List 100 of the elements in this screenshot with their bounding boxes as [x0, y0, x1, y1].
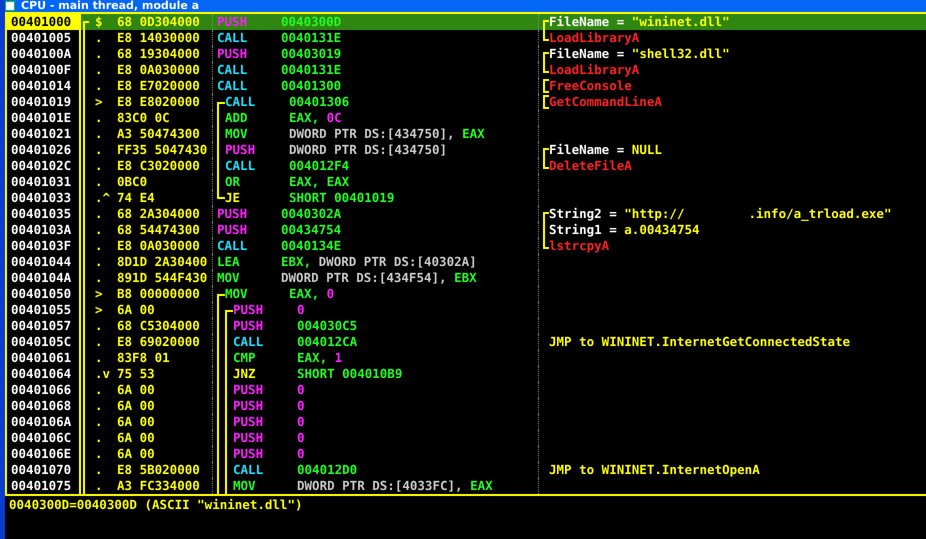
hex-bytes: E8 14030000 — [117, 30, 200, 46]
address-cell[interactable]: 00401061 — [5, 350, 81, 366]
address-cell[interactable]: 00401033 — [5, 190, 81, 206]
address-cell[interactable]: 00401066 — [5, 382, 81, 398]
address-cell[interactable]: 00401064 — [5, 366, 81, 382]
comment-text: String1 = — [549, 222, 618, 238]
hex-bytes: 68 19304000 — [117, 46, 200, 62]
jump-marker: > — [95, 94, 104, 110]
comment-text: FileName = — [549, 14, 626, 30]
jump-marker: . — [95, 414, 104, 430]
comment-bracket — [543, 79, 549, 93]
jump-marker: . — [95, 222, 104, 238]
hex-bytes: 74 E4 — [117, 190, 155, 206]
hex-bytes: 68 54474300 — [117, 222, 200, 238]
jump-marker: . — [95, 270, 104, 286]
operands: EBX, DWORD PTR DS:[40302A] — [281, 254, 477, 270]
operands: DWORD PTR DS:[4033FC], EAX — [297, 478, 493, 494]
address-cell[interactable]: 0040100A — [5, 46, 81, 62]
operands: 004012CA — [297, 334, 358, 350]
comment-text: FileName = — [549, 142, 626, 158]
jump-marker: . — [95, 462, 104, 478]
comment-text: GetCommandLineA — [549, 94, 662, 110]
operands: EAX, 0C — [289, 110, 342, 126]
operands: 0040300D — [281, 14, 342, 30]
operands: EAX, 1 — [297, 350, 342, 366]
address-cell[interactable]: 0040106A — [5, 414, 81, 430]
address-cell[interactable]: 00401035 — [5, 206, 81, 222]
mnemonic: MOV — [233, 478, 257, 494]
address-cell[interactable]: 0040103F — [5, 238, 81, 254]
address-cell[interactable]: 0040106C — [5, 430, 81, 446]
address-cell[interactable]: 00401050 — [5, 286, 81, 302]
comment-text: DeleteFileA — [549, 158, 632, 174]
address-cell[interactable]: 00401019 — [5, 94, 81, 110]
address-cell[interactable]: 0040100F — [5, 62, 81, 78]
address-cell[interactable]: 00401005 — [5, 30, 81, 46]
comment-text: JMP to WININET.InternetGetConnectedState — [549, 334, 850, 350]
address-cell[interactable]: 00401021 — [5, 126, 81, 142]
jump-marker: . — [95, 478, 104, 494]
address-cell[interactable]: 00401031 — [5, 174, 81, 190]
operands: DWORD PTR DS:[434750] — [289, 142, 448, 158]
mnemonic: PUSH — [217, 222, 248, 238]
jump-marker: $ — [95, 14, 104, 30]
address-cell[interactable]: 00401000 — [5, 14, 81, 30]
comment-text: "wininet.dll" — [632, 14, 730, 30]
address-cell[interactable]: 00401075 — [5, 478, 81, 494]
address-cell[interactable]: 00401026 — [5, 142, 81, 158]
hex-bytes: 0BC0 — [117, 174, 148, 190]
jump-marker: . — [95, 318, 104, 334]
hex-bytes: FF35 5047430 — [117, 142, 208, 158]
hex-bytes: 83C0 0C — [117, 110, 170, 126]
operands: 0 — [297, 430, 305, 446]
address-cell[interactable]: 0040103A — [5, 222, 81, 238]
mnemonic: PUSH — [217, 206, 248, 222]
operands: 00401306 — [289, 94, 350, 110]
jump-marker: . — [95, 62, 104, 78]
hex-bytes: 68 2A304000 — [117, 206, 200, 222]
jump-marker: . — [95, 46, 104, 62]
jump-marker: . — [95, 110, 104, 126]
operands: 0 — [297, 382, 305, 398]
hex-bytes: 6A 00 — [117, 382, 155, 398]
address-cell[interactable]: 0040101E — [5, 110, 81, 126]
mnemonic: PUSH — [217, 14, 248, 30]
mnemonic: JE — [225, 190, 242, 206]
comment-bracket — [543, 95, 549, 109]
jump-marker: .v — [95, 366, 112, 382]
jump-marker: . — [95, 30, 104, 46]
address-cell[interactable]: 00401068 — [5, 398, 81, 414]
hex-bytes: 8D1D 2A30400 — [117, 254, 208, 270]
operands: SHORT 004010B9 — [297, 366, 402, 382]
operands: 0 — [297, 446, 305, 462]
mnemonic: PUSH — [233, 446, 264, 462]
operands: 0040131E — [281, 30, 342, 46]
address-cell[interactable]: 00401044 — [5, 254, 81, 270]
hex-bytes: E8 C3020000 — [117, 158, 200, 174]
operands: 0 — [297, 414, 305, 430]
operands: 0040302A — [281, 206, 342, 222]
jump-marker: . — [95, 158, 104, 174]
operands: 0 — [297, 302, 305, 318]
jump-marker: . — [95, 254, 104, 270]
address-cell[interactable]: 0040105C — [5, 334, 81, 350]
address-cell[interactable]: 0040104A — [5, 270, 81, 286]
address-cell[interactable]: 00401014 — [5, 78, 81, 94]
comment-text: "http:// — [624, 206, 684, 222]
hex-bytes: 68 0D304000 — [117, 14, 200, 30]
jump-marker: > — [95, 302, 104, 318]
hex-bytes: E8 0A030000 — [117, 238, 200, 254]
address-cell[interactable]: 0040106E — [5, 446, 81, 462]
comment-text: String2 = — [549, 206, 618, 222]
info-text: 0040300D=0040300D (ASCII "wininet.dll") — [9, 497, 302, 512]
address-cell[interactable]: 00401057 — [5, 318, 81, 334]
operands: EAX, EAX — [289, 174, 350, 190]
address-cell[interactable]: 0040102C — [5, 158, 81, 174]
jump-marker: . — [95, 446, 104, 462]
address-cell[interactable]: 00401055 — [5, 302, 81, 318]
mnemonic: CALL — [233, 462, 264, 478]
operands: 004030C5 — [297, 318, 358, 334]
address-cell[interactable]: 00401070 — [5, 462, 81, 478]
comment-text: FreeConsole — [549, 78, 632, 94]
hex-bytes: E8 E7020000 — [117, 78, 200, 94]
mnemonic: ADD — [225, 110, 249, 126]
